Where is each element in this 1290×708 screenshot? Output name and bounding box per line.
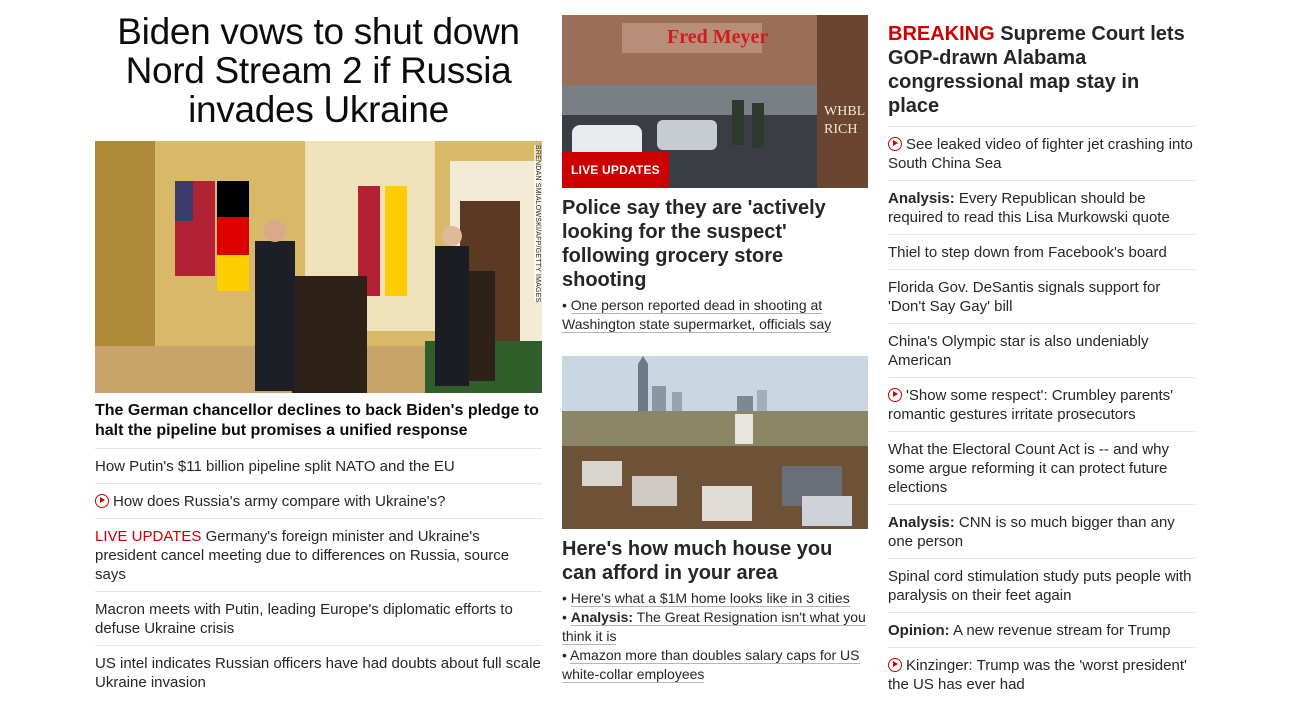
story-headline[interactable]: Here's how much house you can afford in …	[562, 537, 868, 585]
item-text: Kinzinger: Trump was the 'worst presiden…	[888, 657, 1187, 693]
shooting-photo[interactable]: Fred Meyer WHBL RICH LIVE UPDATES	[562, 15, 868, 188]
story-sublinks: • One person reported dead in shooting a…	[562, 297, 832, 333]
list-item[interactable]: What the Electoral Count Act is -- and w…	[888, 432, 1195, 505]
breaking-headline[interactable]: BREAKING Supreme Court lets GOP-drawn Al…	[888, 22, 1195, 127]
item-text: China's Olympic star is also undeniably …	[888, 333, 1149, 369]
live-updates-tag: LIVE UPDATES	[95, 528, 202, 545]
list-item[interactable]: Analysis: Every Republican should be req…	[888, 181, 1195, 235]
item-text: A new revenue stream for Trump	[949, 622, 1171, 639]
item-text: See leaked video of fighter jet crashing…	[888, 136, 1193, 172]
right-column: BREAKING Supreme Court lets GOP-drawn Al…	[888, 0, 1195, 701]
city-photo[interactable]	[562, 356, 868, 529]
sublink[interactable]: Here's what a $1M home looks like in 3 c…	[570, 590, 850, 607]
story-sublinks: • Here's what a $1M home looks like in 3…	[562, 590, 866, 683]
list-item[interactable]: How Putin's $11 billion pipeline split N…	[95, 449, 542, 484]
list-item[interactable]: See leaked video of fighter jet crashing…	[888, 127, 1195, 181]
list-item[interactable]: US intel indicates Russian officers have…	[95, 646, 542, 699]
press-conference-image	[95, 141, 542, 393]
item-text: Thiel to step down from Facebook's board	[888, 244, 1167, 261]
list-item[interactable]: Thiel to step down from Facebook's board	[888, 235, 1195, 270]
breaking-tag: BREAKING	[888, 23, 995, 45]
photo-credit: BRENDAN SMIALOWSKI/AFP/GETTY IMAGES	[534, 145, 541, 303]
item-prefix: Opinion:	[888, 622, 950, 639]
item-text: Spinal cord stimulation study puts peopl…	[888, 568, 1192, 604]
list-item[interactable]: How does Russia's army compare with Ukra…	[95, 484, 542, 519]
list-item[interactable]: LIVE UPDATES Germany's foreign minister …	[95, 519, 542, 592]
list-item[interactable]: Florida Gov. DeSantis signals support fo…	[888, 270, 1195, 324]
item-text: Florida Gov. DeSantis signals support fo…	[888, 279, 1161, 315]
lead-photo[interactable]: BRENDAN SMIALOWSKI/AFP/GETTY IMAGES	[95, 141, 542, 393]
list-item[interactable]: Opinion: A new revenue stream for Trump	[888, 613, 1195, 648]
item-prefix: Analysis:	[888, 514, 955, 531]
list-item[interactable]: Analysis: CNN is so much bigger than any…	[888, 505, 1195, 559]
item-text: What the Electoral Count Act is -- and w…	[888, 441, 1169, 496]
item-text: How Putin's $11 billion pipeline split N…	[95, 458, 455, 475]
item-prefix: Analysis:	[888, 190, 955, 207]
sublink[interactable]: Analysis: The Great Resignation isn't wh…	[562, 609, 866, 645]
sublink-prefix: Analysis:	[570, 609, 634, 625]
story-headline[interactable]: Police say they are 'actively looking fo…	[562, 196, 868, 292]
atlanta-skyline-image	[562, 356, 868, 529]
lead-subheadline[interactable]: The German chancellor declines to back B…	[95, 401, 542, 449]
item-text: 'Show some respect': Crumbley parents' r…	[888, 387, 1174, 423]
lead-headline[interactable]: Biden vows to shut down Nord Stream 2 if…	[95, 12, 542, 129]
item-text: Macron meets with Putin, leading Europe'…	[95, 601, 513, 637]
item-text: How does Russia's army compare with Ukra…	[113, 493, 446, 510]
live-updates-badge: LIVE UPDATES	[562, 152, 669, 188]
list-item[interactable]: Macron meets with Putin, leading Europe'…	[95, 592, 542, 646]
sublink[interactable]: One person reported dead in shooting at …	[562, 297, 832, 333]
lead-column: Biden vows to shut down Nord Stream 2 if…	[95, 0, 542, 699]
svg-text:WHBL: WHBL	[824, 104, 865, 119]
list-item[interactable]: China's Olympic star is also undeniably …	[888, 324, 1195, 378]
play-video-icon	[95, 494, 109, 508]
item-text: US intel indicates Russian officers have…	[95, 655, 541, 691]
list-item[interactable]: 'Show some respect': Crumbley parents' r…	[888, 378, 1195, 432]
play-video-icon	[888, 388, 902, 402]
svg-text:RICH: RICH	[824, 122, 857, 137]
list-item[interactable]: Spinal cord stimulation study puts peopl…	[888, 559, 1195, 613]
list-item[interactable]: Kinzinger: Trump was the 'worst presiden…	[888, 648, 1195, 701]
play-video-icon	[888, 658, 902, 672]
middle-column: Fred Meyer WHBL RICH LIVE UPDATES Police…	[562, 0, 868, 684]
sublink[interactable]: Amazon more than doubles salary caps for…	[562, 647, 860, 683]
svg-text:Fred Meyer: Fred Meyer	[667, 26, 768, 48]
play-video-icon	[888, 137, 902, 151]
